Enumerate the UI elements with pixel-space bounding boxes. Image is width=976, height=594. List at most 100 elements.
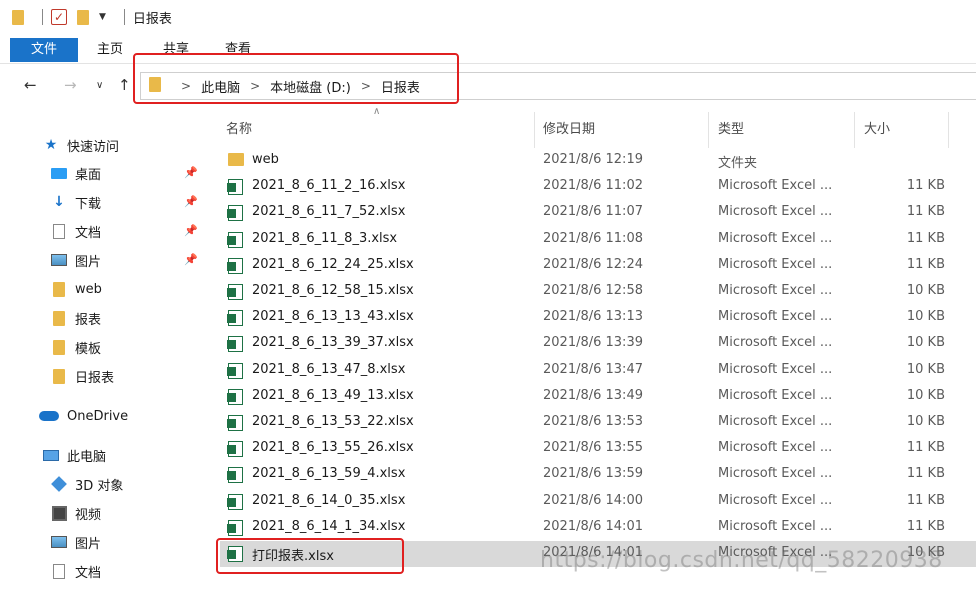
table-row[interactable]: web 2021/8/6 12:19 文件夹: [220, 148, 976, 174]
pin-icon[interactable]: 📌: [184, 195, 198, 208]
file-type: Microsoft Excel ...: [718, 335, 833, 351]
sidebar-item-label: OneDrive: [67, 408, 129, 424]
address-highlight-box: [133, 53, 459, 104]
pin-icon[interactable]: 📌: [184, 166, 198, 179]
picture-icon: [50, 536, 68, 548]
file-size: 10 KB: [906, 387, 945, 403]
sidebar-item-this-pc[interactable]: 此电脑: [42, 442, 106, 468]
file-type: Microsoft Excel ...: [718, 440, 833, 456]
table-row[interactable]: 2021_8_6_13_47_8.xlsx 2021/8/6 13:47 Micro…: [220, 358, 976, 384]
excel-file-icon: [227, 362, 243, 383]
pin-icon[interactable]: 📌: [184, 253, 198, 266]
table-row[interactable]: 2021_8_6_13_13_43.xlsx 2021/8/6 13:13 Micr…: [220, 305, 976, 331]
column-header-name[interactable]: 名称: [226, 118, 252, 137]
file-type: Microsoft Excel ...: [718, 414, 833, 429]
excel-file-icon: [227, 257, 243, 278]
sidebar-item-web[interactable]: web: [50, 276, 102, 302]
sidebar-item-reports[interactable]: 报表: [50, 305, 101, 331]
document-icon: [50, 223, 68, 239]
sidebar-item-quick-access[interactable]: ★ 快速访问: [42, 132, 119, 158]
file-name: 2021_8_6_12_58_15.xlsx: [252, 283, 414, 298]
column-header-type[interactable]: 类型: [718, 118, 744, 137]
file-modified: 2021/8/6 11:02: [543, 178, 643, 194]
file-modified: 2021/8/6 11:08: [543, 230, 643, 246]
table-row[interactable]: 2021_8_6_14_1_34.xlsx 2021/8/6 14:01 Micro…: [220, 515, 976, 541]
sidebar-item-label: 日报表: [75, 370, 115, 386]
sidebar-item-documents[interactable]: 文档: [50, 218, 101, 244]
document-icon: [50, 563, 68, 579]
file-modified: 2021/8/6 13:55: [543, 440, 643, 456]
excel-file-icon: [227, 441, 243, 461]
column-divider[interactable]: [534, 112, 535, 148]
file-modified: 2021/8/6 13:39: [543, 335, 643, 351]
table-row[interactable]: 2021_8_6_13_39_37.xlsx 2021/8/6 13:39 Micr…: [220, 331, 976, 357]
sidebar-item-documents-pc[interactable]: 文档: [50, 558, 101, 584]
file-modified: 2021/8/6 13:47: [543, 361, 643, 377]
file-modified: 2021/8/6 14:00: [543, 492, 643, 508]
file-modified: 2021/8/6 13:53: [543, 414, 643, 429]
table-row[interactable]: 2021_8_6_12_58_15.xlsx 2021/8/6 12:58 Micr…: [220, 279, 976, 305]
customize-toolbar-chevron-icon[interactable]: ▼: [99, 12, 106, 22]
window-title: 日报表: [132, 11, 172, 27]
sidebar-item-label: 文档: [75, 565, 102, 581]
column-header-modified[interactable]: 修改日期: [543, 118, 595, 137]
file-type: 文件夹: [718, 156, 758, 171]
file-type: Microsoft Excel ...: [718, 283, 833, 298]
table-row[interactable]: 2021_8_6_11_8_3.xlsx 2021/8/6 11:08 Micros…: [220, 227, 976, 253]
table-row[interactable]: 2021_8_6_12_24_25.xlsx 2021/8/6 12:24 Micr…: [220, 253, 976, 279]
forward-arrow-icon[interactable]: →: [64, 76, 77, 94]
sidebar-item-templates[interactable]: 模板: [50, 334, 101, 360]
pin-icon[interactable]: 📌: [184, 224, 198, 237]
column-divider[interactable]: [948, 112, 949, 148]
sidebar-item-label: 文档: [75, 225, 102, 241]
file-size: 10 KB: [906, 335, 945, 351]
3d-objects-icon: [50, 476, 68, 492]
sidebar-item-videos[interactable]: 视频: [50, 500, 101, 526]
table-row[interactable]: 2021_8_6_13_59_4.xlsx 2021/8/6 13:59 Micro…: [220, 462, 976, 488]
star-icon: ★: [44, 137, 58, 153]
new-folder-icon[interactable]: [77, 9, 89, 25]
file-size: 10 KB: [906, 414, 945, 429]
sidebar-item-onedrive[interactable]: OneDrive: [38, 403, 128, 429]
excel-file-icon: [227, 205, 243, 225]
file-size: 11 KB: [906, 466, 945, 482]
column-header-size[interactable]: 大小: [864, 118, 890, 137]
column-divider[interactable]: [708, 112, 709, 148]
sidebar-item-pictures-pc[interactable]: 图片: [50, 529, 101, 555]
file-name: 2021_8_6_14_0_35.xlsx: [252, 492, 406, 508]
tab-file[interactable]: 文件: [10, 38, 78, 62]
file-type: Microsoft Excel ...: [718, 492, 833, 508]
table-row[interactable]: 2021_8_6_11_7_52.xlsx 2021/8/6 11:07 Micro…: [220, 200, 976, 226]
tab-home[interactable]: 主页: [94, 38, 126, 62]
properties-check-icon[interactable]: ✓: [51, 9, 67, 25]
file-type: Microsoft Excel ...: [718, 204, 833, 220]
picture-icon: [50, 254, 68, 266]
file-modified: 2021/8/6 12:58: [543, 283, 643, 298]
table-row[interactable]: 2021_8_6_13_53_22.xlsx 2021/8/6 13:53 Micr…: [220, 410, 976, 436]
file-name: 2021_8_6_13_55_26.xlsx: [252, 440, 414, 456]
back-arrow-icon[interactable]: ←: [24, 76, 37, 94]
column-divider[interactable]: [854, 112, 855, 148]
computer-icon: [42, 449, 60, 461]
recent-locations-chevron-icon[interactable]: ∨: [96, 80, 103, 91]
table-row[interactable]: 2021_8_6_13_55_26.xlsx 2021/8/6 13:55 Micr…: [220, 436, 976, 462]
file-modified: 2021/8/6 13:59: [543, 466, 643, 482]
table-row[interactable]: 2021_8_6_13_49_13.xlsx 2021/8/6 13:49 Micr…: [220, 384, 976, 410]
file-size: 11 KB: [906, 230, 945, 246]
sidebar-item-downloads[interactable]: ↓ 下载: [50, 189, 101, 215]
file-highlight-box: [216, 538, 404, 574]
sidebar-item-label: 此电脑: [67, 449, 107, 465]
table-row[interactable]: 2021_8_6_14_0_35.xlsx 2021/8/6 14:00 Micro…: [220, 489, 976, 515]
sidebar-item-daily-report[interactable]: 日报表: [50, 363, 114, 389]
sidebar-item-desktop[interactable]: 桌面: [50, 160, 101, 186]
table-row[interactable]: 2021_8_6_11_2_16.xlsx 2021/8/6 11:02 Micro…: [220, 174, 976, 200]
file-modified: 2021/8/6 13:49: [543, 387, 643, 403]
file-list: ∧ 名称 修改日期 类型 大小 web 2021/8/6 12:19 文件夹 2021…: [208, 106, 976, 594]
sidebar-item-3d-objects[interactable]: 3D 对象: [50, 471, 123, 497]
file-modified: 2021/8/6 12:24: [543, 256, 643, 272]
cloud-icon: [38, 411, 60, 421]
sidebar-item-pictures[interactable]: 图片: [50, 247, 101, 273]
up-arrow-icon[interactable]: ↑: [118, 76, 131, 94]
file-name: 2021_8_6_11_8_3.xlsx: [252, 230, 398, 246]
navigation-pane: ★ 快速访问 桌面 📌 ↓ 下载 📌 文档 📌 图片 📌 web 报表 模板 日…: [0, 108, 208, 594]
